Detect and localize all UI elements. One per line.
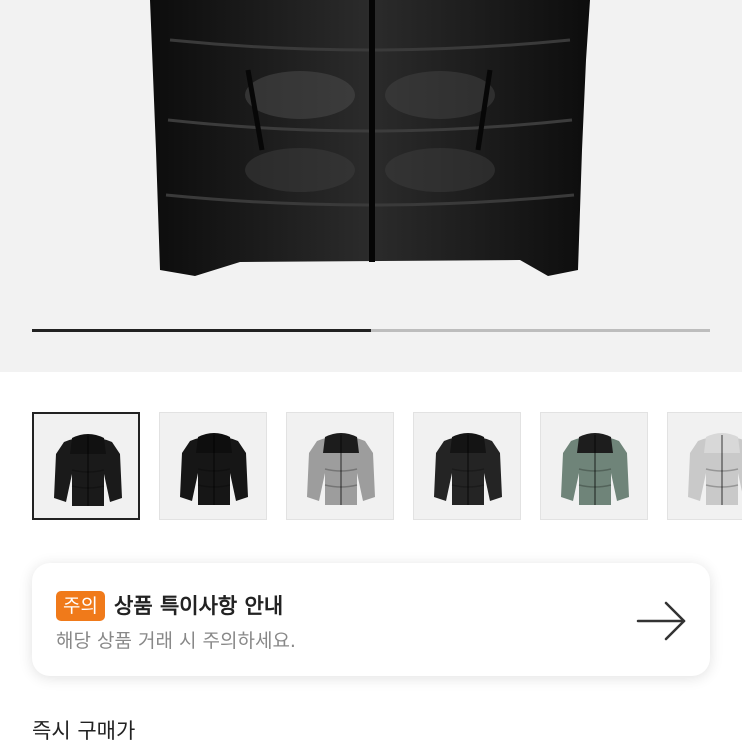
thumbnail-strip [32,412,742,524]
jacket-thumbnail-icon [307,433,375,505]
jacket-thumbnail-icon [180,433,248,505]
thumbnail-green-black-shoulder[interactable] [540,412,648,520]
thumbnail-silver-camo[interactable] [667,412,742,520]
jacket-thumbnail-icon [54,434,122,506]
jacket-thumbnail-icon [434,433,502,505]
notice-card[interactable]: 주의 상품 특이사항 안내 해당 상품 거래 시 주의하세요. [32,563,710,676]
thumbnail-black-matte[interactable] [413,412,521,520]
thumbnail-grey-black-shoulder[interactable] [286,412,394,520]
notice-title: 상품 특이사항 안내 [114,594,284,618]
caution-badge: 주의 [56,591,105,621]
gallery-progress-fill [32,329,371,332]
thumbnail-black-shiny-front[interactable] [32,412,140,520]
jacket-illustration [150,0,590,276]
jacket-thumbnail-icon [688,433,742,505]
arrow-right-icon[interactable] [636,599,688,643]
gallery-progress-track [32,329,710,332]
notice-description: 해당 상품 거래 시 주의하세요. [56,630,296,652]
thumbnail-black-shiny-angle[interactable] [159,412,267,520]
product-hero-image[interactable] [0,0,742,372]
jacket-thumbnail-icon [561,433,629,505]
